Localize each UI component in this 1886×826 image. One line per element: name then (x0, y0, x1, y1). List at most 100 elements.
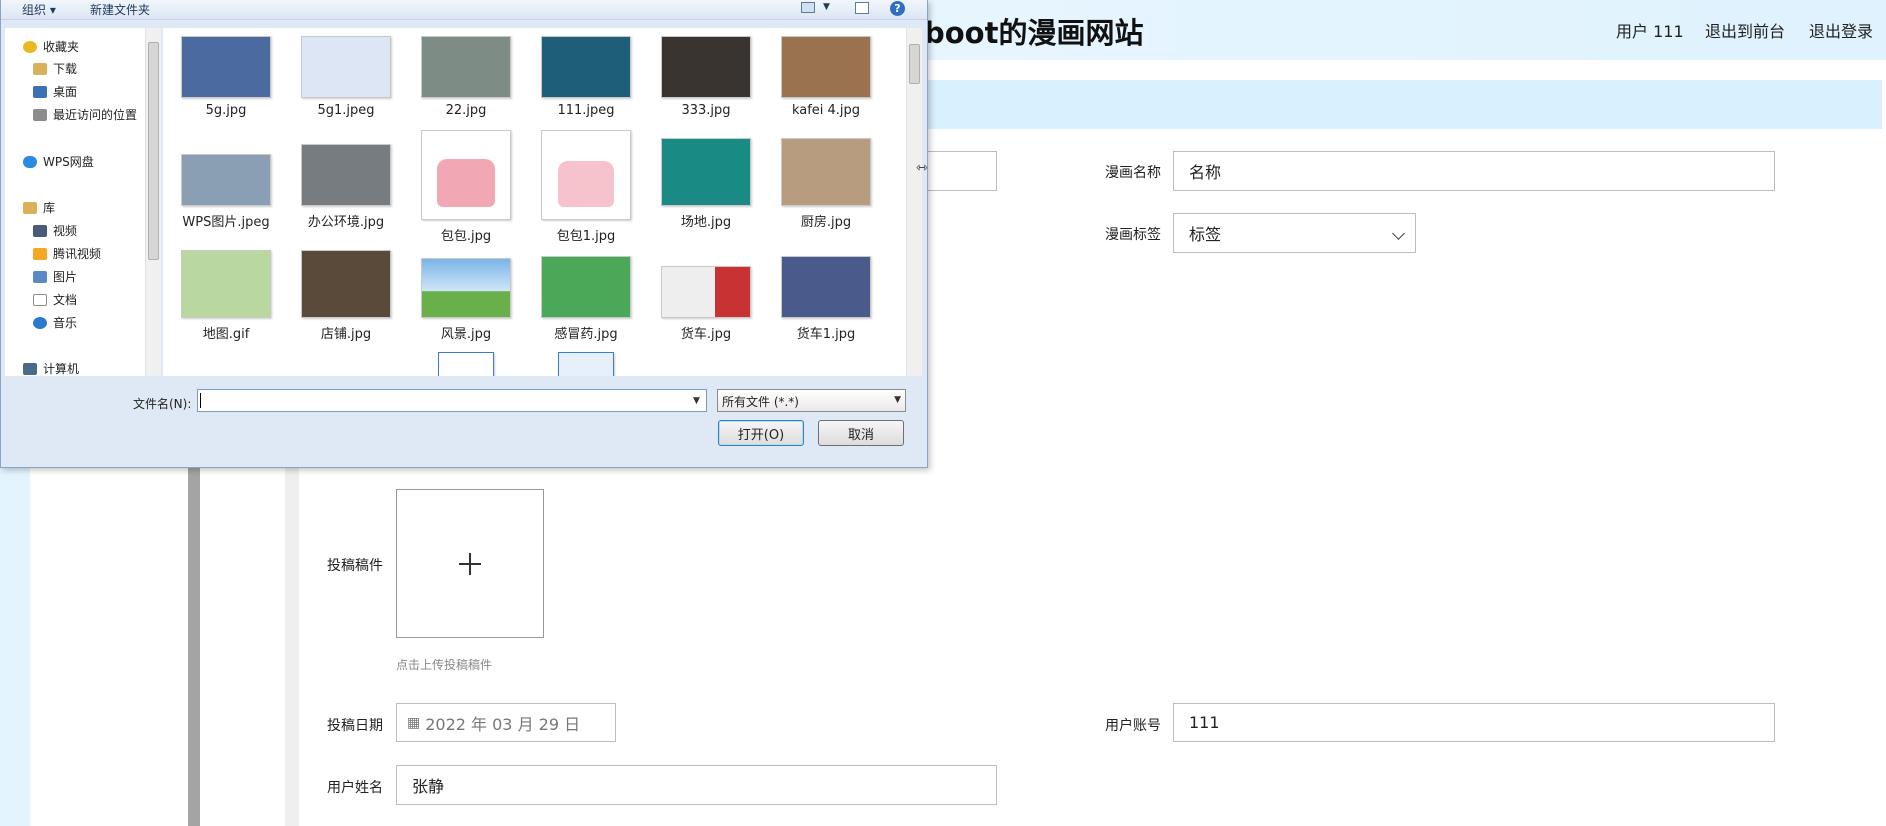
file-item[interactable]: 货车.jpg (651, 250, 761, 342)
file-item[interactable]: 风景.jpg (411, 250, 521, 342)
thumbnail (541, 256, 631, 318)
tree-label: 图片 (53, 270, 78, 284)
chevron-down-icon[interactable]: ▼ (823, 2, 830, 12)
tree-scrollbar[interactable] (145, 28, 161, 376)
tree-label: 下载 (53, 62, 78, 76)
tree-item-video[interactable]: 视频 (33, 222, 77, 239)
file-item[interactable]: 5g.jpg (171, 36, 281, 118)
navigation-tree: 收藏夹 下载 桌面 最近访问的位置 WPS网盘 库 视频 腾讯视频 图片 文档 … (5, 28, 145, 376)
tree-item-documents[interactable]: 文档 (33, 291, 77, 308)
tree-label: 最近访问的位置 (53, 108, 138, 122)
file-item[interactable]: WPS图片.jpeg (171, 130, 281, 230)
file-item[interactable]: 包包1.jpg (531, 130, 641, 244)
tree-item-computer[interactable]: 计算机 (23, 360, 79, 377)
comic-name-input[interactable]: 名称 (1173, 151, 1775, 191)
thumbnail (301, 144, 391, 206)
tree-item-library[interactable]: 库 (23, 199, 55, 216)
upload-box[interactable] (396, 489, 544, 638)
file-item[interactable]: 货车1.jpg (771, 250, 881, 342)
file-item[interactable]: 地图.gif (171, 250, 281, 342)
manuscript-label: 投稿稿件 (327, 558, 383, 574)
star-icon (23, 40, 37, 53)
file-item[interactable]: 5g1.jpeg (291, 36, 401, 118)
cancel-button[interactable]: 取消 (818, 420, 904, 446)
file-grid-scrollbar[interactable] (906, 28, 922, 376)
date-value: 2022 年 03 月 29 日 (425, 714, 581, 734)
scroll-thumb[interactable] (148, 42, 159, 260)
file-name: 地图.gif (202, 327, 250, 342)
file-name: 店铺.jpg (320, 327, 372, 342)
file-item[interactable]: kafei 4.jpg (771, 36, 881, 118)
file-item[interactable]: 店铺.jpg (291, 250, 401, 342)
documents-icon (33, 293, 47, 306)
file-item[interactable]: 22.jpg (411, 36, 521, 118)
nav-back-to-front[interactable]: 退出到前台 (1705, 18, 1785, 42)
scroll-thumb[interactable] (909, 44, 920, 84)
view-icon[interactable] (801, 2, 815, 13)
calendar-icon: ▦ (407, 714, 421, 731)
library-icon (23, 201, 37, 214)
filetype-value: 所有文件 (*.*) (722, 395, 799, 409)
tree-item-recent[interactable]: 最近访问的位置 (33, 106, 137, 123)
comic-tag-label: 漫画标签 (1105, 227, 1161, 243)
filetype-select[interactable]: 所有文件 (*.*) ▼ (717, 389, 906, 412)
plus-icon-stroke (469, 552, 471, 575)
file-item[interactable]: 场地.jpg (651, 130, 761, 230)
file-item[interactable]: 厨房.jpg (771, 130, 881, 230)
nav-logout[interactable]: 退出登录 (1809, 18, 1873, 42)
tree-label: 计算机 (43, 362, 80, 376)
file-name: 包包.jpg (440, 229, 492, 244)
filename-input[interactable] (197, 389, 707, 412)
tree-item-pictures[interactable]: 图片 (33, 268, 77, 285)
tree-item-favorites[interactable]: 收藏夹 (23, 38, 79, 55)
file-name: 厨房.jpg (800, 215, 852, 230)
file-item-partial[interactable] (531, 352, 641, 376)
file-name: 货车.jpg (680, 327, 732, 342)
date-label: 投稿日期 (327, 718, 383, 734)
preview-pane-icon[interactable] (855, 2, 869, 14)
file-item-partial[interactable] (411, 352, 521, 376)
tree-item-tencent-video[interactable]: 腾讯视频 (33, 245, 101, 262)
desktop-icon (33, 85, 47, 98)
account-input[interactable]: 111 (1173, 703, 1775, 742)
nav-user[interactable]: 用户 111 (1616, 18, 1684, 42)
help-icon[interactable]: ? (890, 1, 905, 16)
tree-label: 库 (43, 201, 56, 215)
tencent-video-icon (33, 247, 47, 260)
new-folder-button[interactable]: 新建文件夹 (90, 1, 150, 18)
file-grid: 5g.jpg 5g1.jpeg 22.jpg 111.jpeg 333.jpg … (163, 28, 913, 376)
file-name: 111.jpeg (557, 103, 615, 118)
open-button[interactable]: 打开(O) (718, 420, 804, 446)
download-folder-icon (33, 62, 47, 75)
username-input[interactable]: 张静 (396, 765, 997, 805)
file-item[interactable]: 111.jpeg (531, 36, 641, 118)
thumbnail (661, 266, 751, 318)
comic-name-label: 漫画名称 (1105, 165, 1161, 181)
thumbnail (421, 130, 511, 220)
comic-tag-value: 标签 (1189, 225, 1222, 244)
thumbnail (301, 250, 391, 318)
tree-item-music[interactable]: 音乐 (33, 314, 77, 331)
organize-menu[interactable]: 组织 ▾ (22, 1, 56, 18)
divider (188, 460, 200, 826)
tree-item-downloads[interactable]: 下载 (33, 60, 77, 77)
date-picker[interactable]: ▦ 2022 年 03 月 29 日 (396, 703, 616, 742)
thumbnail (181, 154, 271, 206)
file-item[interactable]: 办公环境.jpg (291, 130, 401, 230)
chevron-down-icon (1392, 227, 1405, 240)
comic-tag-select[interactable]: 标签 (1173, 213, 1416, 253)
file-item[interactable]: 感冒药.jpg (531, 250, 641, 342)
thumbnail (421, 36, 511, 98)
thumbnail (541, 130, 631, 220)
tree-item-desktop[interactable]: 桌面 (33, 83, 77, 100)
file-item[interactable]: 包包.jpg (411, 130, 521, 244)
tree-label: 收藏夹 (43, 40, 80, 54)
tree-item-wps-cloud[interactable]: WPS网盘 (23, 153, 94, 170)
thumbnail (661, 138, 751, 206)
upload-hint: 点击上传投稿稿件 (396, 658, 493, 672)
thumbnail (661, 36, 751, 98)
file-item[interactable]: 333.jpg (651, 36, 761, 118)
thumbnail (421, 258, 511, 318)
chevron-down-icon[interactable]: ▼ (687, 390, 706, 411)
text-caret (200, 393, 201, 408)
